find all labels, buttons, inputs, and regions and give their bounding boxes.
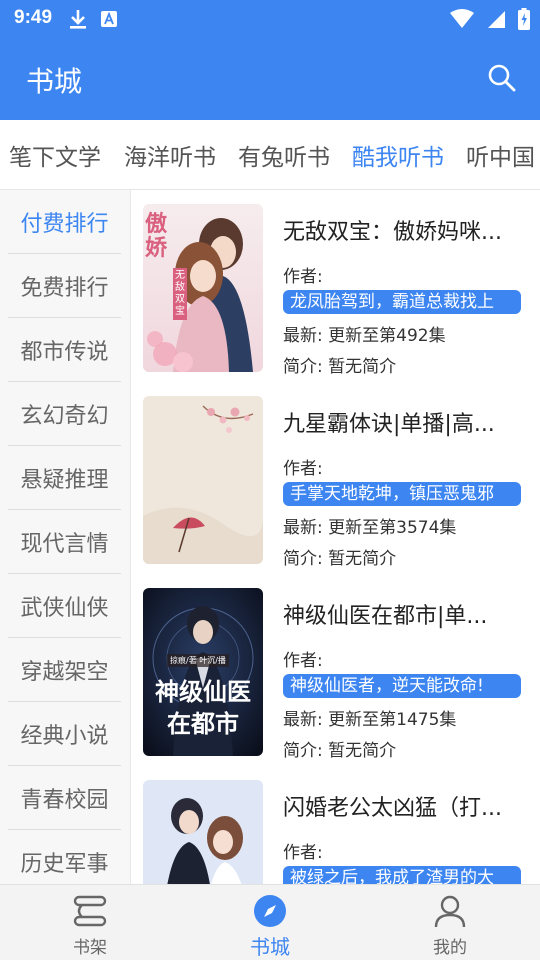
book-intro: 简介: 暂无简介 [283, 357, 397, 377]
compass-icon [252, 893, 288, 929]
nav-label: 我的 [433, 938, 467, 958]
sidebar-item-classic[interactable]: 经典小说 [8, 702, 121, 766]
book-tagline: 神级仙医者，逆天能改命! [283, 674, 521, 698]
tab-tingzhongguo[interactable]: 听中国 [466, 138, 535, 172]
book-title: 九星霸体诀|单播|高... [283, 412, 495, 437]
book-tagline: 手掌天地乾坤，镇压恶鬼邪 [283, 482, 521, 506]
bookshelf-icon [72, 893, 108, 929]
sidebar-item-urban[interactable]: 都市传说 [8, 318, 121, 382]
book-title: 神级仙医在都市|单... [283, 604, 488, 629]
book-author: 作者: [283, 459, 323, 479]
book-author: 作者: [283, 843, 323, 863]
book-cover [143, 396, 263, 564]
sidebar-item-wuxia[interactable]: 武侠仙侠 [8, 574, 121, 638]
book-cover: 傲娇 无敌双宝 [143, 204, 263, 372]
book-list: 傲娇 无敌双宝 无敌双宝：傲娇妈咪... 作者: 龙凤胎驾到，霸道总裁找上 最新… [131, 190, 540, 884]
tab-haiyang[interactable]: 海洋听书 [124, 138, 216, 172]
book-item[interactable]: 九星霸体诀|单播|高... 作者: 手掌天地乾坤，镇压恶鬼邪 最新: 更新至第3… [131, 382, 540, 574]
book-latest-episode: 最新: 更新至第1475集 [283, 710, 457, 730]
book-tagline: 被绿之后，我成了渣男的大 [283, 866, 521, 884]
book-cover-title: 傲娇 [145, 211, 168, 261]
book-cover [143, 780, 263, 884]
download-icon [68, 8, 88, 34]
book-title: 闪婚老公太凶猛（打... [283, 796, 502, 821]
book-latest-episode: 最新: 更新至第3574集 [283, 518, 457, 538]
book-cover-credit: 掠痕/著 叶沉/播 [167, 654, 229, 667]
signal-icon [486, 9, 506, 33]
search-icon [487, 63, 517, 97]
search-button[interactable] [484, 62, 520, 98]
sidebar-item-fantasy[interactable]: 玄幻奇幻 [8, 382, 121, 446]
book-item[interactable]: 闪婚老公太凶猛（打... 作者: 被绿之后，我成了渣男的大 [131, 766, 540, 884]
book-cover-subtitle: 无敌双宝 [173, 268, 187, 320]
app-bar: 书城 [0, 40, 540, 120]
source-tabs: 笔下文学 海洋听书 有兔听书 酷我听书 听中国 [0, 120, 540, 190]
book-item[interactable]: 掠痕/著 叶沉/播 神级仙医 在都市 神级仙医在都市|单... 作者: 神级仙医… [131, 574, 540, 766]
battery-icon [518, 8, 530, 34]
category-sidebar: 付费排行 免费排行 都市传说 玄幻奇幻 悬疑推理 现代言情 武侠仙侠 穿越架空 … [0, 190, 131, 884]
book-intro: 简介: 暂无简介 [283, 549, 397, 569]
nav-label: 书城 [250, 935, 290, 959]
sidebar-item-campus[interactable]: 青春校园 [8, 766, 121, 830]
sidebar-item-romance[interactable]: 现代言情 [8, 510, 121, 574]
sidebar-item-paid-ranking[interactable]: 付费排行 [8, 190, 121, 254]
book-tagline: 龙凤胎驾到，霸道总裁找上 [283, 290, 521, 314]
person-icon [432, 893, 468, 929]
sidebar-item-time-travel[interactable]: 穿越架空 [8, 638, 121, 702]
sidebar-item-mystery[interactable]: 悬疑推理 [8, 446, 121, 510]
tab-kuwo[interactable]: 酷我听书 [352, 138, 444, 172]
nav-bookshelf[interactable]: 书架 [0, 885, 180, 960]
book-item[interactable]: 傲娇 无敌双宝 无敌双宝：傲娇妈咪... 作者: 龙凤胎驾到，霸道总裁找上 最新… [131, 190, 540, 382]
bottom-nav: 书架 书城 我的 [0, 884, 540, 960]
status-bar: 9:49 [0, 0, 540, 40]
book-cover-title: 神级仙医 [155, 677, 251, 706]
sidebar-item-free-ranking[interactable]: 免费排行 [8, 254, 121, 318]
book-latest-episode: 最新: 更新至第492集 [283, 326, 446, 346]
sidebar-item-history[interactable]: 历史军事 [8, 830, 121, 884]
tab-bixia[interactable]: 笔下文学 [9, 138, 101, 172]
book-author: 作者: [283, 651, 323, 671]
book-cover-subtitle: 在都市 [167, 709, 239, 738]
nav-label: 书架 [73, 938, 107, 958]
book-cover: 掠痕/著 叶沉/播 神级仙医 在都市 [143, 588, 263, 756]
book-title: 无敌双宝：傲娇妈咪... [283, 220, 502, 245]
status-time: 9:49 [14, 7, 53, 28]
book-author: 作者: [283, 267, 323, 287]
nav-bookstore[interactable]: 书城 [180, 885, 360, 960]
page-title: 书城 [26, 65, 83, 98]
wifi-icon [450, 9, 474, 33]
app-store-icon [100, 10, 118, 32]
tab-youtu[interactable]: 有兔听书 [238, 138, 330, 172]
book-intro: 简介: 暂无简介 [283, 741, 397, 761]
nav-profile[interactable]: 我的 [360, 885, 540, 960]
